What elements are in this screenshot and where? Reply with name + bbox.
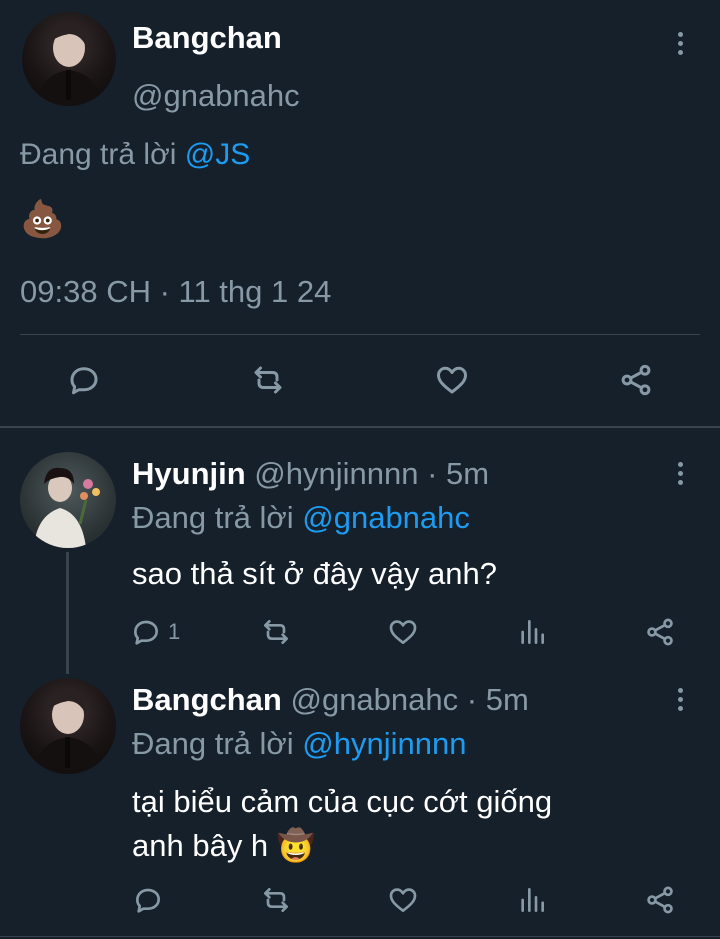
reply-count: 1 <box>168 619 181 644</box>
replying-to: Đang trả lời @gnabnahc <box>132 500 470 536</box>
retweet-icon <box>264 888 288 912</box>
author-handle[interactable]: @gnabnahc <box>290 682 458 717</box>
retweet-icon <box>254 366 282 394</box>
author-name[interactable]: Bangchan <box>132 20 282 56</box>
thread-line <box>66 552 69 674</box>
analytics-icon <box>521 620 544 644</box>
author-name[interactable]: Hyunjin <box>132 456 246 491</box>
like-icon <box>437 366 467 394</box>
like-icon <box>389 620 417 644</box>
analytics-icon <box>521 888 544 912</box>
avatar-image <box>36 23 102 106</box>
replying-to: Đang trả lời @JS <box>20 138 250 172</box>
avatar[interactable] <box>20 452 116 548</box>
share-icon <box>647 886 673 914</box>
retweet-button[interactable] <box>258 882 294 918</box>
reply-content-line: anh bây h 🤠 <box>132 824 552 868</box>
replying-label: Đang trả lời <box>20 138 177 171</box>
reply-icon <box>136 888 160 913</box>
replying-label: Đang trả lời <box>132 500 294 535</box>
reply-header: Hyunjin @hynjinnnn · 5m <box>132 456 489 492</box>
like-button[interactable] <box>385 882 421 918</box>
more-icon[interactable] <box>675 462 685 485</box>
author-handle[interactable]: @hynjinnnn <box>254 456 418 491</box>
avatar-image <box>34 467 100 548</box>
like-button[interactable] <box>385 614 421 650</box>
reply-header: Bangchan @gnabnahc · 5m <box>132 682 529 718</box>
like-button[interactable] <box>430 358 474 402</box>
like-icon <box>389 888 417 912</box>
mention-link[interactable]: @JS <box>185 138 250 171</box>
reply-content: sao thả sít ở đây vậy anh? <box>132 556 497 591</box>
bottom-divider <box>0 936 720 937</box>
avatar-image <box>34 690 102 774</box>
avatar[interactable] <box>20 678 116 774</box>
retweet-icon <box>264 620 288 644</box>
reply-icon <box>70 367 98 395</box>
more-icon[interactable] <box>675 688 685 711</box>
section-divider <box>0 426 720 428</box>
reply-time: · 5m <box>466 682 529 717</box>
mention-link[interactable]: @hynjinnnn <box>302 726 466 761</box>
reply-button[interactable]: 1 <box>130 614 180 650</box>
share-button[interactable] <box>614 358 658 402</box>
replying-label: Đang trả lời <box>132 726 294 761</box>
retweet-button[interactable] <box>246 358 290 402</box>
reply-content: tại biểu cảm của cục cớt giống anh bây h… <box>132 780 552 868</box>
replying-to: Đang trả lời @hynjinnnn <box>132 726 466 762</box>
analytics-button[interactable] <box>514 614 550 650</box>
reply-icon <box>134 620 158 645</box>
analytics-button[interactable] <box>514 882 550 918</box>
tweet-timestamp[interactable]: 09:38 CH · 11 thg 1 24 <box>20 274 331 310</box>
reply-time: · 5m <box>427 456 490 491</box>
more-icon[interactable] <box>675 32 685 55</box>
author-name[interactable]: Bangchan <box>132 682 282 717</box>
divider <box>20 334 700 335</box>
share-button[interactable] <box>642 882 678 918</box>
reply-content-text: anh bây h <box>132 828 269 863</box>
avatar[interactable] <box>22 12 116 106</box>
retweet-button[interactable] <box>258 614 294 650</box>
author-handle[interactable]: @gnabnahc <box>132 78 300 114</box>
share-button[interactable] <box>642 614 678 650</box>
mention-link[interactable]: @gnabnahc <box>302 500 470 535</box>
reply-button[interactable] <box>130 882 166 918</box>
reply-button[interactable] <box>62 358 106 402</box>
cowboy-emoji: 🤠 <box>276 828 316 863</box>
reply-content-line: tại biểu cảm của cục cớt giống <box>132 784 553 819</box>
tweet-content: 💩 <box>20 198 65 239</box>
share-icon <box>621 364 651 396</box>
share-icon <box>647 618 673 646</box>
